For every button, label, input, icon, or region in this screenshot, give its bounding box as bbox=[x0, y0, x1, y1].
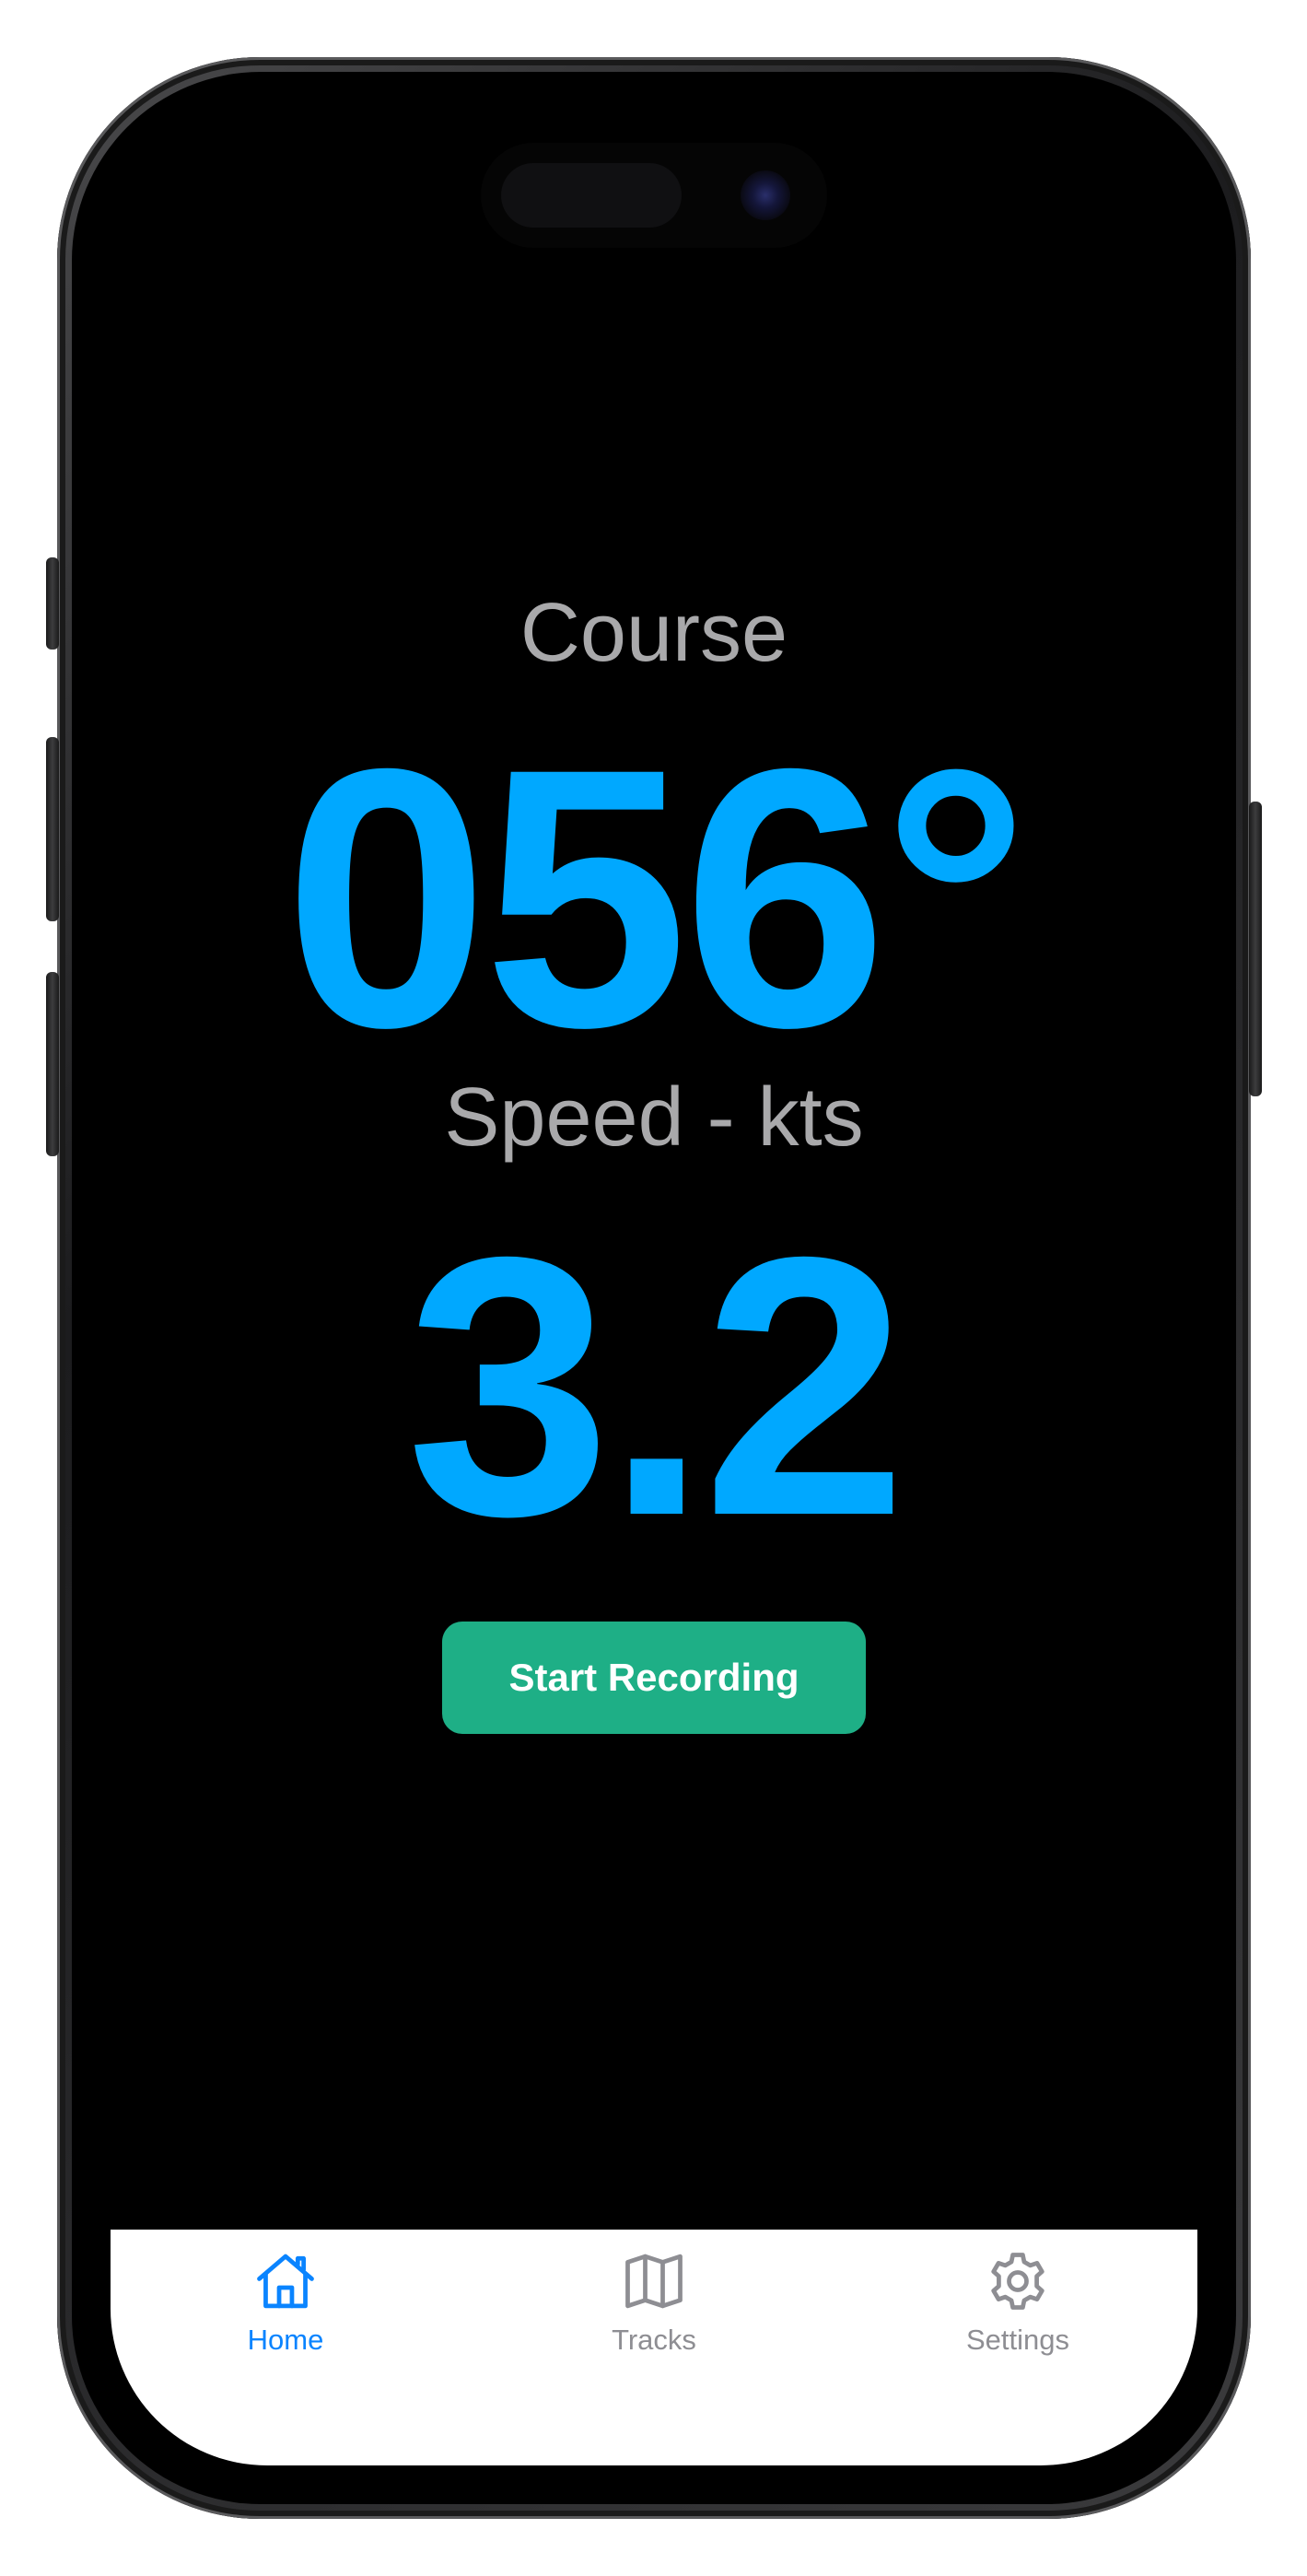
home-screen: Course 056° Speed - kts 3.2 Start Record… bbox=[111, 111, 1197, 2230]
screen: Course 056° Speed - kts 3.2 Start Record… bbox=[111, 111, 1197, 2465]
power-button bbox=[1249, 802, 1262, 1096]
course-value: 056° bbox=[284, 692, 1029, 1104]
tab-tracks-label: Tracks bbox=[612, 2324, 696, 2356]
map-icon bbox=[625, 2254, 683, 2309]
speed-value: 3.2 bbox=[405, 1180, 907, 1592]
tab-settings-label: Settings bbox=[965, 2324, 1069, 2356]
tab-tracks[interactable]: Tracks bbox=[516, 2246, 792, 2375]
tab-bar: Home Tracks Settings bbox=[111, 2230, 1197, 2465]
tab-settings[interactable]: Settings bbox=[880, 2246, 1156, 2375]
volume-up-button bbox=[46, 737, 59, 921]
volume-down-button bbox=[46, 972, 59, 1156]
gear-icon bbox=[991, 2253, 1044, 2310]
house-icon bbox=[257, 2254, 314, 2309]
tab-home[interactable]: Home bbox=[147, 2246, 424, 2375]
action-button bbox=[46, 557, 59, 650]
start-recording-button[interactable]: Start Recording bbox=[442, 1622, 866, 1734]
course-label: Course bbox=[519, 587, 788, 679]
speed-label: Speed - kts bbox=[444, 1071, 864, 1164]
tab-home-label: Home bbox=[247, 2324, 324, 2356]
